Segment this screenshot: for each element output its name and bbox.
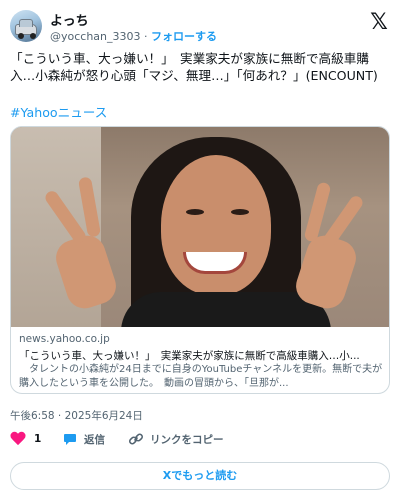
card-description: タレントの小森純が24日までに自身のYouTubeチャンネルを更新。無断で夫が購… (19, 364, 383, 389)
card-domain: news.yahoo.co.jp (19, 333, 110, 345)
link-card[interactable]: news.yahoo.co.jp 「こういう車、大っ嫌い！」 実業家夫が家族に無… (10, 126, 390, 394)
avatar[interactable] (10, 10, 42, 42)
tweet-text: 「こういう車、大っ嫌い！」 実業家夫が家族に無断で高級車購入…小森純が怒り心頭「… (10, 51, 378, 83)
action-bar: 1 返信 リンクをコピー (10, 428, 390, 450)
reply-button[interactable]: 返信 (62, 428, 105, 450)
card-title: 「こういう車、大っ嫌い！」 実業家夫が家族に無断で高級車購入…小... (19, 350, 360, 362)
handle-row: @yocchan_3303 · フォローする (50, 28, 217, 44)
separator: · (144, 30, 148, 43)
card-image (11, 127, 389, 327)
reply-icon (64, 434, 76, 445)
user-handle[interactable]: @yocchan_3303 (50, 30, 141, 43)
reply-label: 返信 (84, 433, 105, 446)
like-button[interactable]: 1 (10, 428, 41, 450)
display-name[interactable]: よっち (50, 10, 89, 29)
follow-button[interactable]: フォローする (151, 30, 217, 43)
heart-icon (10, 432, 26, 446)
tweet-header: よっち @yocchan_3303 · フォローする 𝕏 (10, 8, 390, 44)
like-count: 1 (34, 433, 42, 445)
copy-link-button[interactable]: リンクをコピー (128, 428, 224, 450)
x-logo-icon[interactable]: 𝕏 (368, 12, 390, 34)
link-icon (128, 433, 144, 445)
timestamp[interactable]: 午後6:58 · 2025年6月24日 (10, 408, 143, 423)
copy-link-label: リンクをコピー (150, 433, 224, 446)
hashtag-link[interactable]: #Yahooニュース (10, 102, 107, 121)
read-more-button[interactable]: Xでもっと読む (10, 462, 390, 490)
